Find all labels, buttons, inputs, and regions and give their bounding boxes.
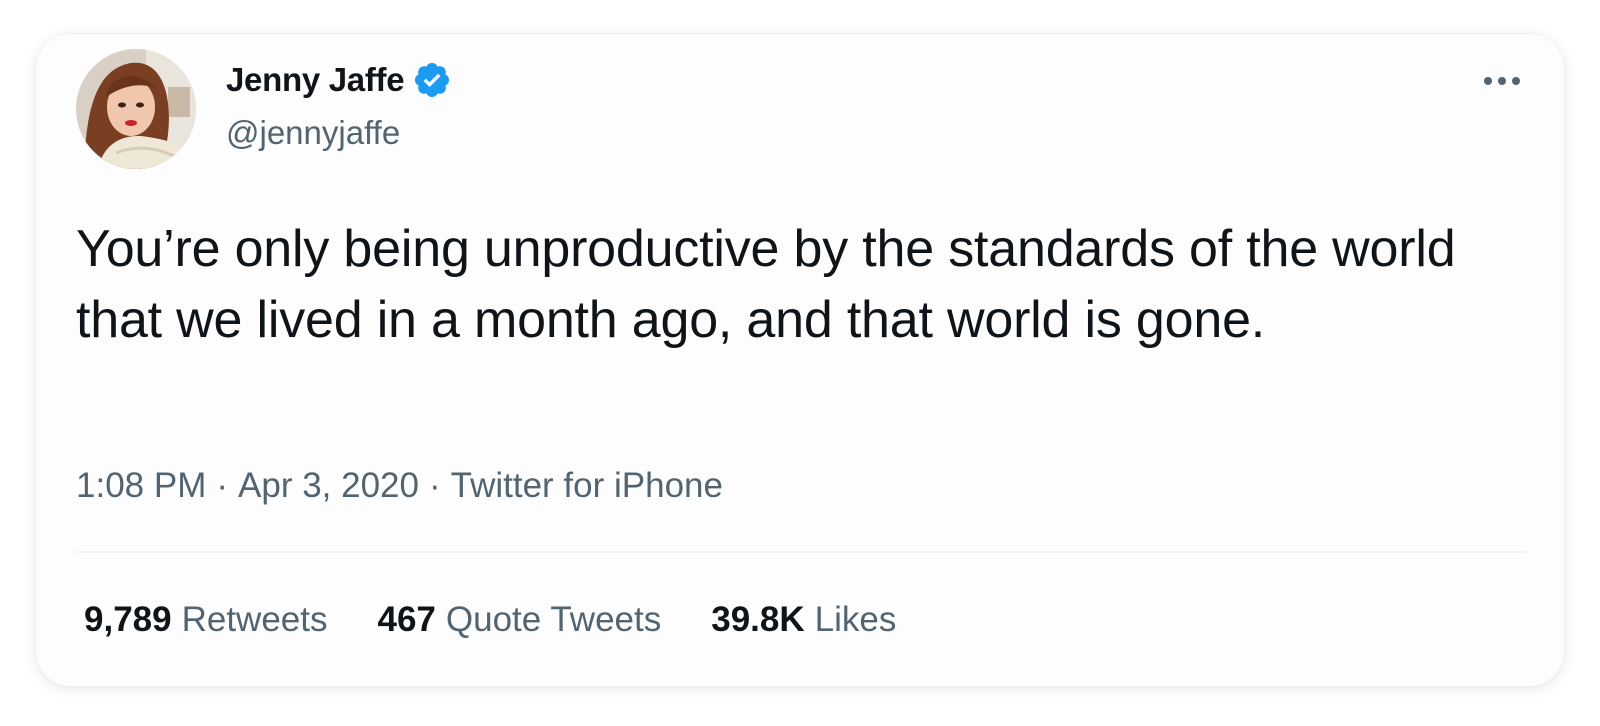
avatar[interactable] xyxy=(76,49,196,169)
stat-quote-tweets[interactable]: 467 Quote Tweets xyxy=(378,600,662,640)
quote-tweets-count: 467 xyxy=(377,600,436,639)
verified-badge-icon xyxy=(412,60,452,100)
engagement-stats: 9,789 Retweets 467 Quote Tweets 39.8K Likes xyxy=(84,600,946,640)
tweet-text: You’re only being unproductive by the st… xyxy=(76,220,1456,349)
author-name-row: Jenny Jaffe xyxy=(226,60,452,100)
divider xyxy=(76,551,1526,553)
avatar-photo xyxy=(76,49,196,169)
stat-retweets[interactable]: 9,789 Retweets xyxy=(84,600,328,640)
retweets-count: 9,789 xyxy=(84,600,172,639)
author-display-name[interactable]: Jenny Jaffe xyxy=(226,61,405,99)
more-horizontal-icon[interactable] xyxy=(1478,64,1526,98)
tweet-time[interactable]: 1:08 PM xyxy=(76,466,206,506)
tweet-date[interactable]: Apr 3, 2020 xyxy=(238,466,419,506)
likes-count: 39.8K xyxy=(711,600,805,639)
tweet-meta: 1:08 PM · Apr 3, 2020 · Twitter for iPho… xyxy=(76,466,723,506)
quote-tweets-label: Quote Tweets xyxy=(445,600,662,639)
tweet-source[interactable]: Twitter for iPhone xyxy=(451,466,723,506)
stat-likes[interactable]: 39.8K Likes xyxy=(711,600,896,640)
likes-label: Likes xyxy=(814,600,897,639)
meta-separator: · xyxy=(428,466,441,505)
meta-separator: · xyxy=(216,466,229,505)
tweet-card: Jenny Jaffe @jennyjaffe You’re only bein… xyxy=(36,34,1564,686)
retweets-label: Retweets xyxy=(181,600,328,639)
author-handle[interactable]: @jennyjaffe xyxy=(226,114,400,152)
